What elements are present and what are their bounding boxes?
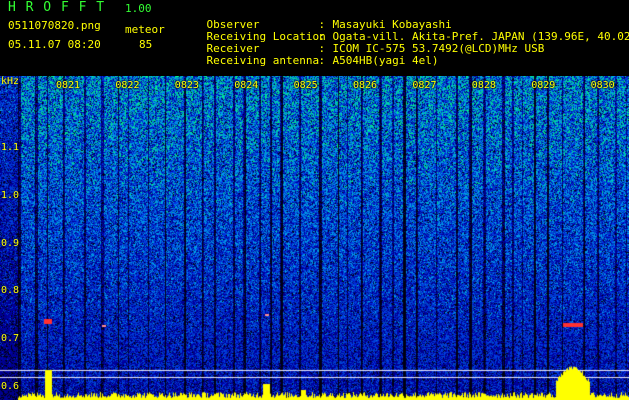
y-tick-label: 1.1 (1, 142, 20, 154)
spectrogram (0, 76, 629, 400)
x-tick-label: 0821 (56, 80, 81, 91)
y-axis-label: kHz (1, 76, 20, 87)
x-tick-label: 0827 (412, 80, 437, 91)
y-tick-label: 0.8 (1, 285, 20, 297)
y-tick-label: 0.6 (1, 380, 20, 392)
file-timestamp: 05.11.07 08:20 (8, 38, 101, 51)
x-tick-label: 0828 (471, 80, 496, 91)
y-tick-label: 0.7 (1, 333, 20, 345)
detection-count: 85 (139, 38, 153, 51)
x-tick-label: 0825 (293, 80, 318, 91)
info-value: A504HB(yagi 4el) (332, 54, 439, 67)
x-tick-label: 0824 (234, 80, 259, 91)
app-title: H R O F F T (8, 0, 106, 15)
detection-mode: meteor (125, 23, 165, 36)
x-tick-label: 0822 (115, 80, 140, 91)
y-tick-label: 1.0 (1, 190, 20, 202)
info-key: Receiving antenna (206, 54, 320, 67)
file-name: 0511070820.png (8, 19, 101, 32)
x-tick-label: 0823 (174, 80, 199, 91)
y-tick-label: 0.9 (1, 237, 20, 249)
x-tick-label: 0826 (353, 80, 378, 91)
x-tick-label: 0829 (531, 80, 556, 91)
app-version: 1.00 (125, 2, 152, 15)
x-tick-label: 0830 (590, 80, 615, 91)
